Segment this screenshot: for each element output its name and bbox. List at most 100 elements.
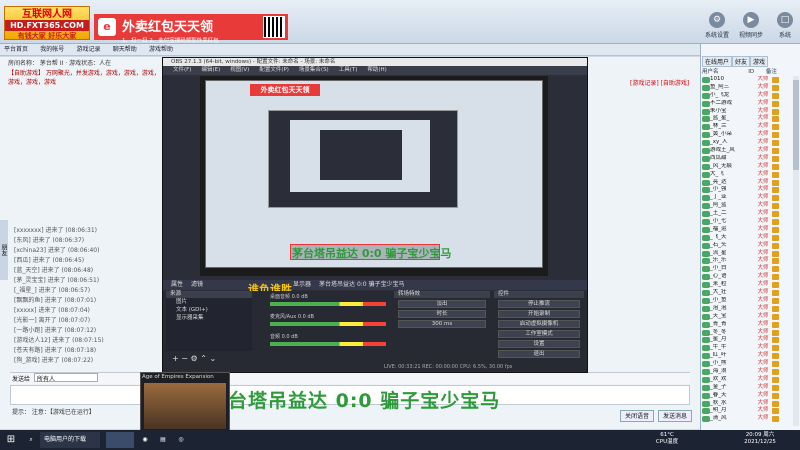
nav-home[interactable]: 平台首页 (0, 44, 32, 55)
user-row[interactable]: _秋_水 大师 (702, 400, 792, 408)
source-display[interactable]: 显示器采集 (166, 314, 252, 322)
user-row[interactable]: _米_粒 大师 (702, 281, 792, 289)
user-row[interactable]: _蓝_星_ 大师 (702, 115, 792, 123)
user-row[interactable]: _星_月 大师 (702, 336, 792, 344)
user-row[interactable]: _海_浪 大师 (702, 368, 792, 376)
obs-icon[interactable]: ◎ (174, 432, 188, 448)
user-row[interactable]: _清_风 大师 (702, 415, 792, 423)
menu-scene-collection[interactable]: 场景集合(S) (299, 67, 329, 73)
col-note[interactable]: 备注 (766, 69, 777, 75)
user-row[interactable]: _黄_小朵 大师 (702, 131, 792, 139)
user-row[interactable]: 不二游戏 大师 (702, 100, 792, 108)
user-row[interactable]: 西瓜甜 大师 (702, 155, 792, 163)
menu-view[interactable]: 视图(V) (230, 67, 249, 73)
user-row[interactable]: _流_星 大师 (702, 250, 792, 258)
user-row[interactable]: _小_强 大师 (702, 186, 792, 194)
preview-thumbnail[interactable] (144, 383, 226, 429)
col-username[interactable]: 用户名 (702, 69, 719, 75)
user-row[interactable]: _小_七 大师 (702, 218, 792, 226)
user-row[interactable]: _心_语 大师 (702, 273, 792, 281)
user-row[interactable]: _丁_亚 大师 (702, 194, 792, 202)
nav-records[interactable]: 游戏记录 (73, 44, 105, 55)
side-tab-friends[interactable]: 朋友 (0, 220, 8, 280)
tab-games[interactable]: 游戏 (750, 56, 769, 67)
volume-meter[interactable] (270, 302, 386, 306)
user-row[interactable]: _金_子 大师 (702, 384, 792, 392)
system-button[interactable]: □ 系统 (768, 12, 800, 42)
windows-start-icon[interactable]: ⊞ (4, 432, 18, 448)
scroll-thumb[interactable] (793, 80, 799, 170)
studio-mode-button[interactable]: 工作室模式 (498, 330, 580, 338)
user-row[interactable]: 鱼_阿三 大师 (702, 84, 792, 92)
transition-select[interactable]: 淡出 (398, 300, 486, 308)
stop-stream-button[interactable]: 停止推流 (498, 300, 580, 308)
user-row[interactable]: _福_运 大师 (702, 226, 792, 234)
ad-banner[interactable]: e 外卖红包天天领 1、扫一扫 2、支付宝搜码领取外卖红包 (94, 14, 288, 44)
source-text[interactable]: 文本 (GDI+) (166, 306, 252, 314)
user-row[interactable]: 1010 大师 (702, 76, 792, 84)
send-button[interactable]: 发送消息 (658, 410, 692, 422)
up-icon[interactable]: ⌃ (200, 354, 207, 363)
properties-button[interactable]: 属性 (171, 281, 183, 288)
app-logo[interactable]: 互联网人网 HD.FXT365.COM 有钱大家 好乐大家 (4, 6, 90, 40)
user-row[interactable]: _欢_欢 大师 (702, 376, 792, 384)
user-row[interactable]: 小_飞龙 大师 (702, 92, 792, 100)
tab-online[interactable]: 在线用户 (702, 56, 733, 67)
user-row[interactable]: _冬_冬 大师 (702, 329, 792, 337)
user-row[interactable]: _飞_天 大师 (702, 234, 792, 242)
user-row[interactable]: _林_兰 大师 (702, 123, 792, 131)
recipient-select[interactable]: 所有人 (34, 373, 98, 383)
col-id[interactable]: ID (748, 69, 754, 75)
menu-help[interactable]: 帮助(H) (367, 67, 386, 73)
clock[interactable]: 20:09 周六 2021/12/25 (730, 432, 790, 448)
user-row[interactable]: _红_叶 大师 (702, 352, 792, 360)
user-row[interactable]: _石_头 大师 (702, 242, 792, 250)
nav-chat-help[interactable]: 聊天帮助 (109, 44, 141, 55)
user-row[interactable]: _小_鱼 大师 (702, 297, 792, 305)
duration-input[interactable]: 300 ms (398, 320, 486, 328)
volume-meter[interactable] (270, 342, 386, 346)
source-image[interactable]: 图片 (166, 298, 252, 306)
user-row[interactable]: _小_熊 大师 (702, 360, 792, 368)
user-row[interactable]: _xy_人 大师 (702, 139, 792, 147)
settings-button[interactable]: 设置 (498, 340, 580, 348)
user-row[interactable]: _亮_达 大师 (702, 179, 792, 187)
user-row[interactable]: _青_青 大师 (702, 321, 792, 329)
user-row[interactable]: 大_飞 大师 (702, 171, 792, 179)
close-voice-button[interactable]: 关闭语音 (620, 410, 654, 422)
virtual-camera-button[interactable]: 启动虚拟摄像机 (498, 320, 580, 328)
user-row[interactable]: _泡_泡 大师 (702, 305, 792, 313)
menu-tools[interactable]: 工具(T) (339, 67, 358, 73)
wechat-icon[interactable]: ◉ (138, 432, 152, 448)
menu-file[interactable]: 文件(F) (173, 67, 191, 73)
add-icon[interactable]: + (172, 354, 179, 363)
taskbar-app-browser[interactable] (106, 432, 134, 448)
gear-icon[interactable]: ⚙ (191, 354, 198, 363)
system-tray[interactable]: 61°C CPU温度 (632, 432, 702, 448)
user-row[interactable]: _风_无痕 大师 (702, 163, 792, 171)
user-row[interactable]: _小_白 大师 (702, 265, 792, 273)
notice-links[interactable]: [游戏记录] [自助游戏] (630, 78, 692, 88)
volume-meter[interactable] (270, 322, 386, 326)
user-row[interactable]: _乐_乐 大师 (702, 257, 792, 265)
nav-account[interactable]: 我的帐号 (36, 44, 68, 55)
user-row[interactable]: _春_天 大师 (702, 392, 792, 400)
user-row[interactable]: _大_壮 大师 (702, 289, 792, 297)
folder-icon[interactable]: ▤ (156, 432, 170, 448)
down-icon[interactable]: ⌄ (209, 354, 216, 363)
user-row[interactable]: _王_二 大师 (702, 210, 792, 218)
start-record-button[interactable]: 开始录制 (498, 310, 580, 318)
user-row[interactable]: 朱小宝 大师 (702, 108, 792, 116)
taskbar-app-downloads[interactable]: 电脑用户的下载 (40, 432, 100, 448)
search-icon[interactable]: ⌕ (24, 432, 38, 448)
settings-button[interactable]: ⚙ 系统设置 (700, 12, 734, 42)
user-row[interactable]: _天_宝 大师 (702, 313, 792, 321)
tab-friends[interactable]: 好友 (732, 56, 751, 67)
menu-edit[interactable]: 编辑(E) (201, 67, 220, 73)
exit-button[interactable]: 退出 (498, 350, 580, 358)
filters-button[interactable]: 滤镜 (191, 281, 203, 288)
menu-profile[interactable]: 配置文件(P) (259, 67, 289, 73)
user-row[interactable]: 游戏王_风 大师 (702, 147, 792, 155)
nav-game-help[interactable]: 游戏帮助 (145, 44, 177, 55)
remove-icon[interactable]: − (181, 354, 188, 363)
